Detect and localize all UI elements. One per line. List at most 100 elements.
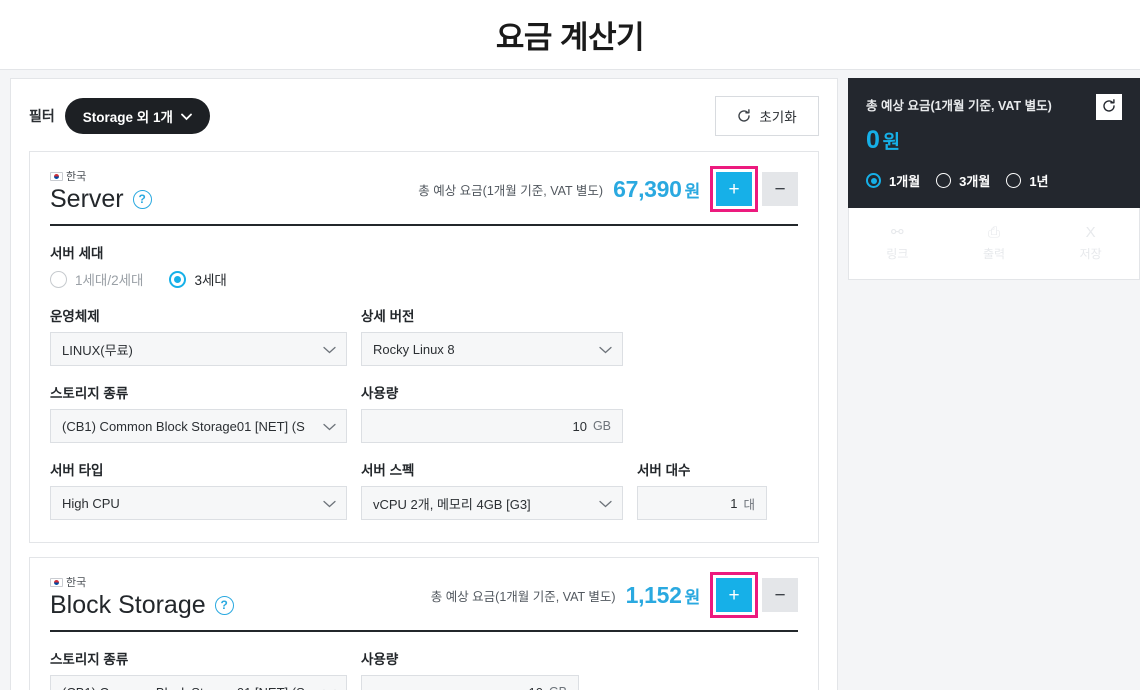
action-label: 출력 [982, 247, 1006, 261]
add-highlight-box: + [710, 572, 758, 618]
select-value: High CPU [62, 495, 120, 511]
estimate-label: 총 예상 요금(1개월 기준, VAT 별도) [418, 183, 604, 198]
excel-save-icon: X [1085, 224, 1096, 241]
field-storage-usage: 사용량 10 GB [361, 382, 623, 443]
period-option-1month[interactable]: 1개월 [866, 171, 920, 190]
field-server-generation: 서버 세대 1세대/2세대 3세대 [50, 242, 227, 289]
calculator-panel: 필터 Storage 외 1개 초기화 한국 Server ? 총 예상 요금(… [10, 78, 838, 690]
form-row-storage: 스토리지 종류 (CB1) Common Block Storage01 [NE… [50, 382, 798, 443]
region-line: 한국 [50, 168, 152, 184]
input-unit: 대 [743, 497, 755, 512]
input-unit: GB [592, 419, 611, 433]
filter-chip-label: Storage 외 1개 [82, 110, 173, 125]
help-icon[interactable]: ? [214, 596, 234, 616]
server-type-select[interactable]: High CPU [50, 486, 347, 520]
field-label: 상세 버전 [361, 309, 415, 324]
summary-actions: ⚯ 링크 ⎙ 출력 X 저장 [848, 208, 1140, 280]
estimate-label: 총 예상 요금(1개월 기준, VAT 별도) [430, 589, 616, 604]
summary-top: 총 예상 요금(1개월 기준, VAT 별도) [866, 94, 1122, 120]
os-version-select[interactable]: Rocky Linux 8 [361, 332, 623, 366]
chevron-down-icon [599, 496, 612, 511]
link-icon: ⚯ [891, 224, 904, 241]
field-os: 운영체제 LINUX(무료) [50, 305, 347, 366]
product-price-value: 67,390 [613, 175, 682, 202]
storage-type-select[interactable]: (CB1) Common Block Storage01 [NET] (S [50, 409, 347, 443]
reset-label: 초기화 [759, 110, 797, 125]
remove-product-button[interactable]: − [762, 172, 798, 206]
field-storage-type: 스토리지 종류 (CB1) Common Block Storage01 [NE… [50, 382, 347, 443]
input-unit: GB [549, 685, 567, 690]
chevron-down-icon [323, 496, 336, 511]
field-server-type: 서버 타입 High CPU [50, 459, 347, 520]
input-value: 1 [730, 495, 738, 511]
field-label: 스토리지 종류 [50, 652, 129, 667]
kr-flag-icon [50, 577, 63, 587]
radio-label: 1개월 [889, 174, 921, 189]
storage-usage-input[interactable]: 10 GB [361, 675, 579, 690]
page-body: 필터 Storage 외 1개 초기화 한국 Server ? 총 예상 요금(… [0, 70, 1140, 690]
chevron-down-icon [323, 419, 336, 434]
storage-type-select[interactable]: (CB1) Common Block Storage01 [NET] (S [50, 675, 347, 690]
print-button[interactable]: ⎙ 출력 [946, 208, 1043, 279]
form-row-server-spec: 서버 타입 High CPU 서버 스펙 vCPU 2개, 메모리 4GB [G… [50, 459, 798, 520]
reset-button[interactable]: 초기화 [715, 96, 819, 136]
select-value: vCPU 2개, 메모리 4GB [G3] [373, 496, 531, 512]
radio-circle-selected-icon [866, 173, 881, 188]
radio-label: 3개월 [959, 174, 991, 189]
form-row-os: 운영체제 LINUX(무료) 상세 버전 Rocky Linux 8 [50, 305, 798, 366]
storage-usage-input[interactable]: 10 GB [361, 409, 623, 443]
product-price: 1,152 원 [625, 581, 701, 609]
chevron-down-icon [323, 342, 336, 357]
currency-unit: 원 [882, 132, 900, 153]
summary-total-value: 0 [866, 126, 880, 154]
action-label: 저장 [1079, 247, 1102, 261]
filter-label: 필터 [29, 108, 55, 124]
os-select[interactable]: LINUX(무료) [50, 332, 347, 366]
product-title: Server ? [50, 185, 152, 214]
product-price-area: 총 예상 요금(1개월 기준, VAT 별도) 1,152 원 + − [431, 572, 798, 620]
period-option-3months[interactable]: 3개월 [936, 171, 990, 190]
region-line: 한국 [50, 574, 234, 590]
summary-total: 0원 [866, 126, 1122, 155]
select-value: Rocky Linux 8 [373, 341, 455, 357]
chevron-down-icon [323, 685, 336, 690]
add-product-button[interactable]: + [716, 172, 752, 206]
printer-icon: ⎙ [988, 224, 1001, 241]
radio-circle-icon [50, 270, 67, 288]
select-value: (CB1) Common Block Storage01 [NET] (S [62, 685, 317, 690]
period-option-1year[interactable]: 1년 [1006, 171, 1049, 190]
form-row-storage: 스토리지 종류 (CB1) Common Block Storage01 [NE… [50, 648, 798, 690]
help-icon[interactable]: ? [132, 190, 152, 210]
radio-gen-3[interactable]: 3세대 [169, 269, 227, 289]
remove-product-button[interactable]: − [762, 578, 798, 612]
radio-circle-icon [1006, 173, 1022, 188]
link-button[interactable]: ⚯ 링크 [849, 208, 946, 279]
summary-refresh-button[interactable] [1096, 94, 1122, 120]
price-calculator-page: 요금 계산기 필터 Storage 외 1개 초기화 한국 Server ? 총… [0, 0, 1140, 690]
radio-label: 1년 [1029, 174, 1049, 189]
input-value: 10 [528, 685, 542, 690]
product-price-value: 1,152 [625, 581, 682, 608]
add-product-button[interactable]: + [716, 578, 752, 612]
product-price-area: 총 예상 요금(1개월 기준, VAT 별도) 67,390 원 + − [418, 166, 798, 214]
server-spec-select[interactable]: vCPU 2개, 메모리 4GB [G3] [361, 486, 623, 520]
page-title: 요금 계산기 [495, 20, 645, 55]
field-label: 서버 스펙 [361, 463, 415, 478]
action-label: 링크 [886, 247, 909, 261]
filter-bar: 필터 Storage 외 1개 초기화 [29, 95, 819, 137]
radio-gen-1-2[interactable]: 1세대/2세대 [50, 269, 143, 289]
field-os-version: 상세 버전 Rocky Linux 8 [361, 305, 623, 366]
field-label: 서버 타입 [50, 463, 104, 478]
refresh-icon [1102, 98, 1116, 116]
page-header: 요금 계산기 [0, 0, 1140, 70]
save-button[interactable]: X 저장 [1042, 208, 1139, 279]
server-count-input[interactable]: 1 대 [637, 486, 767, 520]
product-header: 한국 Server ? 총 예상 요금(1개월 기준, VAT 별도) 67,3… [50, 166, 798, 226]
field-storage-usage: 사용량 10 GB [361, 648, 579, 690]
product-card-block-storage: 한국 Block Storage ? 총 예상 요금(1개월 기준, VAT 별… [29, 557, 819, 690]
select-value: (CB1) Common Block Storage01 [NET] (S [62, 418, 305, 434]
filter-chip-button[interactable]: Storage 외 1개 [64, 98, 210, 134]
field-storage-type: 스토리지 종류 (CB1) Common Block Storage01 [NE… [50, 648, 347, 690]
currency-unit: 원 [684, 587, 701, 607]
chevron-down-icon [180, 109, 192, 124]
